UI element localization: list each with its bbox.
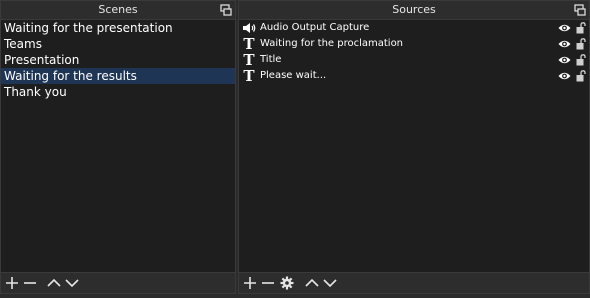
source-item-label: Title bbox=[260, 54, 282, 65]
source-item[interactable]: T Waiting for the proclamation bbox=[239, 36, 589, 52]
eye-icon[interactable] bbox=[558, 39, 571, 49]
eye-icon[interactable] bbox=[558, 55, 571, 65]
eye-icon[interactable] bbox=[558, 71, 571, 81]
scenes-toolbar bbox=[1, 272, 235, 293]
undock-icon[interactable] bbox=[220, 4, 232, 16]
unlock-icon[interactable] bbox=[576, 70, 586, 82]
source-item-label: Audio Output Capture bbox=[260, 22, 370, 33]
chevron-down-icon[interactable] bbox=[323, 276, 337, 290]
scene-item[interactable]: Teams bbox=[1, 36, 235, 52]
source-item-label: Waiting for the proclamation bbox=[260, 38, 404, 49]
scene-item-label: Thank you bbox=[4, 85, 67, 99]
sources-header: Sources bbox=[239, 1, 589, 20]
unlock-icon[interactable] bbox=[576, 38, 586, 50]
scene-list: Waiting for the presentation Teams Prese… bbox=[1, 20, 235, 273]
chevron-up-icon[interactable] bbox=[305, 276, 319, 290]
sources-toolbar bbox=[239, 272, 589, 293]
scene-item-label: Waiting for the presentation bbox=[4, 21, 173, 35]
text-icon: T bbox=[243, 35, 255, 53]
scenes-header: Scenes bbox=[1, 1, 235, 20]
eye-icon[interactable] bbox=[558, 23, 571, 33]
unlock-icon[interactable] bbox=[576, 54, 586, 66]
source-item[interactable]: T Please wait... bbox=[239, 68, 589, 84]
source-item[interactable]: T Title bbox=[239, 52, 589, 68]
source-list: Audio Output Capture T Waiting for the p… bbox=[239, 20, 589, 273]
text-icon: T bbox=[243, 67, 255, 85]
obs-docks: Scenes Waiting for the presentation Team… bbox=[0, 0, 590, 298]
speaker-icon bbox=[243, 23, 256, 33]
text-icon: T bbox=[243, 51, 255, 69]
minus-icon[interactable] bbox=[23, 276, 37, 290]
sources-title: Sources bbox=[392, 3, 436, 16]
unlock-icon[interactable] bbox=[576, 22, 586, 34]
scenes-dock: Scenes Waiting for the presentation Team… bbox=[0, 0, 236, 294]
scene-item-label: Waiting for the results bbox=[4, 69, 137, 83]
source-item-label: Please wait... bbox=[260, 70, 327, 81]
plus-icon[interactable] bbox=[5, 276, 19, 290]
scene-item[interactable]: Thank you bbox=[1, 84, 235, 100]
scene-item[interactable]: Presentation bbox=[1, 52, 235, 68]
gear-icon[interactable] bbox=[280, 276, 294, 290]
chevron-up-icon[interactable] bbox=[47, 276, 61, 290]
chevron-down-icon[interactable] bbox=[65, 276, 79, 290]
scene-item-selected[interactable]: Waiting for the results bbox=[1, 68, 235, 84]
scenes-title: Scenes bbox=[98, 3, 138, 16]
source-item[interactable]: Audio Output Capture bbox=[239, 20, 589, 36]
minus-icon[interactable] bbox=[261, 276, 275, 290]
scene-item[interactable]: Waiting for the presentation bbox=[1, 20, 235, 36]
plus-icon[interactable] bbox=[243, 276, 257, 290]
scene-item-label: Teams bbox=[4, 37, 42, 51]
undock-icon[interactable] bbox=[574, 4, 586, 16]
scene-item-label: Presentation bbox=[4, 53, 80, 67]
sources-dock: Sources Audio Output Capture T Waiting f… bbox=[238, 0, 590, 294]
